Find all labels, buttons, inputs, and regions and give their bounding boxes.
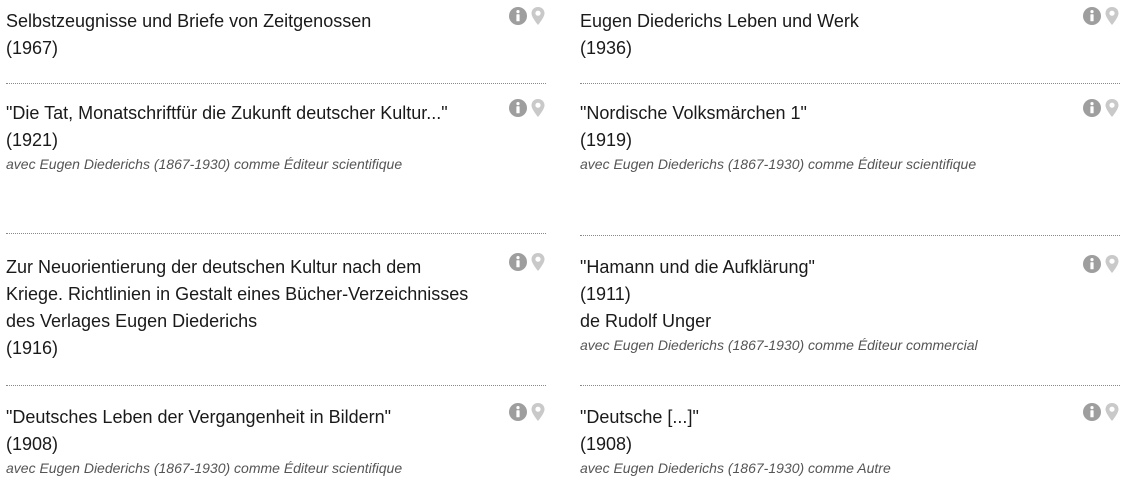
result-actions (508, 6, 546, 26)
result-title[interactable]: "Nordische Volksmärchen 1" (580, 100, 1050, 127)
results-column-left: Selbstzeugnisse und Briefe von Zeitgenos… (6, 0, 546, 489)
result-role: avec Eugen Diederichs (1867-1930) comme … (6, 156, 403, 172)
result-title[interactable]: "Deutsche [...]" (580, 404, 1050, 431)
result-year: (1908) (6, 434, 59, 454)
result-actions (1082, 98, 1120, 118)
result-title[interactable]: "Die Tat, Monatschriftfür die Zukunft de… (6, 100, 476, 127)
result-year: (1921) (6, 130, 59, 150)
info-icon[interactable] (1082, 402, 1102, 422)
result-title[interactable]: Zur Neuorientierung der deutschen Kultur… (6, 254, 476, 335)
result-role: avec Eugen Diederichs (1867-1930) comme … (580, 337, 978, 353)
result-actions (1082, 6, 1120, 26)
result-year: (1936) (580, 38, 633, 58)
map-pin-icon[interactable] (1104, 254, 1120, 274)
result-year: (1916) (6, 338, 59, 358)
results-grid: Selbstzeugnisse und Briefe von Zeitgenos… (0, 0, 1135, 489)
result-item: Eugen Diederichs Leben und Werk (1936) (580, 0, 1120, 84)
result-author: de Rudolf Unger (580, 311, 712, 331)
result-role: avec Eugen Diederichs (1867-1930) comme … (580, 156, 977, 172)
info-icon[interactable] (508, 98, 528, 118)
map-pin-icon[interactable] (1104, 6, 1120, 26)
result-item: "Deutsches Leben der Vergangenheit in Bi… (6, 386, 546, 489)
info-icon[interactable] (508, 6, 528, 26)
map-pin-icon[interactable] (530, 6, 546, 26)
result-item: "Die Tat, Monatschriftfür die Zukunft de… (6, 84, 546, 234)
map-pin-icon[interactable] (530, 98, 546, 118)
info-icon[interactable] (1082, 254, 1102, 274)
map-pin-icon[interactable] (1104, 402, 1120, 422)
result-actions (1082, 254, 1120, 274)
info-icon[interactable] (508, 252, 528, 272)
results-column-right: Eugen Diederichs Leben und Werk (1936) "… (580, 0, 1120, 489)
result-item: "Hamann und die Aufklärung" (1911) de Ru… (580, 236, 1120, 386)
result-role: avec Eugen Diederichs (1867-1930) comme … (6, 460, 403, 476)
result-year: (1967) (6, 38, 59, 58)
result-item: "Nordische Volksmärchen 1" (1919) avec E… (580, 84, 1120, 236)
result-actions (508, 98, 546, 118)
result-item: "Deutsche [...]" (1908) avec Eugen Diede… (580, 386, 1120, 489)
result-item: Zur Neuorientierung der deutschen Kultur… (6, 234, 546, 386)
result-item: Selbstzeugnisse und Briefe von Zeitgenos… (6, 0, 546, 84)
result-title[interactable]: Eugen Diederichs Leben und Werk (580, 8, 1050, 35)
result-year: (1908) (580, 434, 633, 454)
info-icon[interactable] (1082, 6, 1102, 26)
result-actions (1082, 402, 1120, 422)
info-icon[interactable] (1082, 98, 1102, 118)
result-title[interactable]: Selbstzeugnisse und Briefe von Zeitgenos… (6, 8, 476, 35)
map-pin-icon[interactable] (530, 402, 546, 422)
result-role: avec Eugen Diederichs (1867-1930) comme … (580, 460, 891, 476)
map-pin-icon[interactable] (1104, 98, 1120, 118)
result-title[interactable]: "Hamann und die Aufklärung" (580, 254, 1050, 281)
info-icon[interactable] (508, 402, 528, 422)
result-year: (1911) (580, 284, 631, 304)
result-year: (1919) (580, 130, 633, 150)
result-actions (508, 252, 546, 272)
map-pin-icon[interactable] (530, 252, 546, 272)
result-actions (508, 402, 546, 422)
result-title[interactable]: "Deutsches Leben der Vergangenheit in Bi… (6, 404, 476, 431)
